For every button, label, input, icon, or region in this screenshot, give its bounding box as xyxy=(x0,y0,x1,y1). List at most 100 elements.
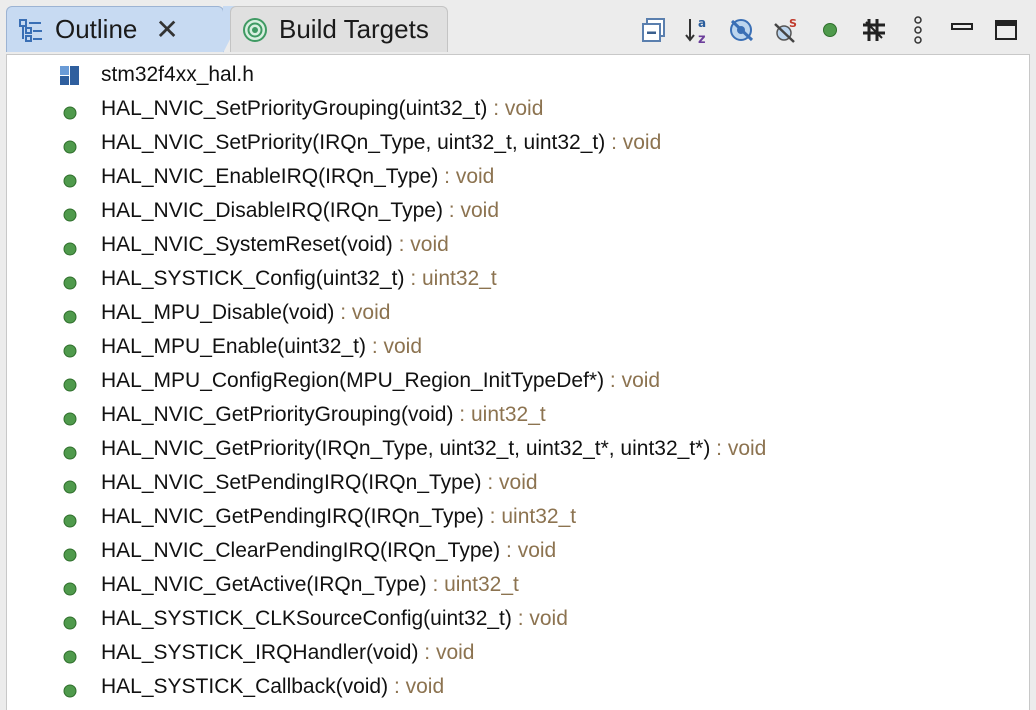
view-menu-button[interactable] xyxy=(902,14,934,46)
outline-toolbar: a z S xyxy=(626,12,1022,48)
sort-button[interactable]: a z xyxy=(682,14,714,46)
function-icon xyxy=(63,578,77,596)
function-signature: HAL_NVIC_GetPendingIRQ(IRQn_Type) xyxy=(101,505,484,528)
function-signature: HAL_SYSTICK_Config(uint32_t) xyxy=(101,267,405,290)
function-return-type: : void xyxy=(710,437,767,460)
svg-text:z: z xyxy=(698,32,706,45)
tree-row-function[interactable]: HAL_NVIC_SetPriority(IRQn_Type, uint32_t… xyxy=(7,126,1029,160)
tree-row-function[interactable]: HAL_NVIC_SetPriorityGrouping(uint32_t) :… xyxy=(7,92,1029,126)
tab-outline[interactable]: Outline ✕ xyxy=(6,6,247,53)
function-signature: HAL_NVIC_GetPriority(IRQn_Type, uint32_t… xyxy=(101,437,711,460)
tree-row-function[interactable]: HAL_SYSTICK_CLKSourceConfig(uint32_t) : … xyxy=(7,602,1029,636)
tree-row-function[interactable]: HAL_NVIC_GetPriority(IRQn_Type, uint32_t… xyxy=(7,432,1029,466)
tree-row-function[interactable]: HAL_NVIC_GetPriorityGrouping(void) : uin… xyxy=(7,398,1029,432)
function-return-type: : void xyxy=(334,301,391,324)
minimize-button[interactable] xyxy=(946,14,978,46)
function-label: HAL_NVIC_GetPriority(IRQn_Type, uint32_t… xyxy=(101,437,766,461)
tree-row-function[interactable]: HAL_NVIC_EnableIRQ(IRQn_Type) : void xyxy=(7,160,1029,194)
group-includes-icon xyxy=(863,19,885,41)
function-return-type: : uint32_t xyxy=(483,505,577,528)
function-icon xyxy=(63,510,77,528)
function-signature: HAL_SYSTICK_Callback(void) xyxy=(101,675,389,698)
tree-row-function[interactable]: HAL_NVIC_GetPendingIRQ(IRQn_Type) : uint… xyxy=(7,500,1029,534)
hide-static-members-button[interactable]: S xyxy=(770,14,802,46)
function-label: HAL_NVIC_SystemReset(void) : void xyxy=(101,233,449,257)
function-signature: HAL_NVIC_ClearPendingIRQ(IRQn_Type) xyxy=(101,539,501,562)
function-icon xyxy=(63,238,77,256)
outline-tree: stm32f4xx_hal.h HAL_NVIC_SetPriorityGrou… xyxy=(6,54,1030,710)
function-return-type: : void xyxy=(500,539,557,562)
function-label: HAL_NVIC_GetPendingIRQ(IRQn_Type) : uint… xyxy=(101,505,576,529)
build-targets-icon xyxy=(241,16,269,44)
tree-row-function[interactable]: HAL_SYSTICK_Callback(void) : void xyxy=(7,670,1029,704)
function-icon xyxy=(63,306,77,324)
function-signature: HAL_NVIC_SetPriority(IRQn_Type, uint32_t… xyxy=(101,131,606,154)
tree-row-function[interactable]: HAL_NVIC_SetPendingIRQ(IRQn_Type) : void xyxy=(7,466,1029,500)
maximize-icon xyxy=(995,20,1017,40)
function-icon xyxy=(63,102,77,120)
tree-row-function[interactable]: HAL_SYSTICK_IRQHandler(void) : void xyxy=(7,636,1029,670)
tab-outline-label: Outline xyxy=(55,14,138,44)
tree-row-function[interactable]: HAL_NVIC_ClearPendingIRQ(IRQn_Type) : vo… xyxy=(7,534,1029,568)
function-icon xyxy=(63,442,77,460)
hide-non-public-button[interactable] xyxy=(814,14,846,46)
function-return-type: : void xyxy=(487,97,544,120)
close-icon[interactable]: ✕ xyxy=(155,15,178,44)
function-label: HAL_NVIC_DisableIRQ(IRQn_Type) : void xyxy=(101,199,499,223)
function-signature: HAL_NVIC_GetPriorityGrouping(void) xyxy=(101,403,454,426)
function-label: HAL_NVIC_SetPriority(IRQn_Type, uint32_t… xyxy=(101,131,661,155)
function-label: HAL_NVIC_SetPendingIRQ(IRQn_Type) : void xyxy=(101,471,538,495)
function-return-type: : void xyxy=(605,131,662,154)
tree-row-function[interactable]: HAL_MPU_ConfigRegion(MPU_Region_InitType… xyxy=(7,364,1029,398)
tree-row-function[interactable]: HAL_MPU_Enable(uint32_t) : void xyxy=(7,330,1029,364)
function-return-type: : void xyxy=(442,199,499,222)
function-signature: HAL_NVIC_DisableIRQ(IRQn_Type) xyxy=(101,199,443,222)
sort-alphabetical-icon: a z xyxy=(685,16,706,45)
group-includes-button[interactable] xyxy=(858,14,890,46)
function-icon xyxy=(63,476,77,494)
hide-non-public-icon xyxy=(823,23,837,37)
collapse-all-button[interactable] xyxy=(638,14,670,46)
svg-text:S: S xyxy=(789,17,797,30)
function-icon xyxy=(63,136,77,154)
tab-build-targets[interactable]: Build Targets xyxy=(230,6,448,52)
tree-row-function[interactable]: HAL_MPU_Disable(void) : void xyxy=(7,296,1029,330)
function-icon xyxy=(63,544,77,562)
function-icon xyxy=(63,170,77,188)
function-return-type: : uint32_t xyxy=(453,403,546,426)
maximize-button[interactable] xyxy=(990,14,1022,46)
outline-icon xyxy=(17,16,45,44)
function-signature: HAL_SYSTICK_CLKSourceConfig(uint32_t) xyxy=(101,607,512,630)
function-return-type: : void xyxy=(365,335,423,358)
function-return-type: : void xyxy=(511,607,568,630)
hide-fields-button[interactable] xyxy=(726,14,758,46)
function-icon xyxy=(63,680,77,698)
tree-row-function[interactable]: HAL_SYSTICK_Config(uint32_t) : uint32_t xyxy=(7,262,1029,296)
function-return-type: : void xyxy=(604,369,661,392)
function-label: HAL_SYSTICK_Callback(void) : void xyxy=(101,675,444,699)
tree-row-file[interactable]: stm32f4xx_hal.h xyxy=(7,58,1029,92)
function-return-type: : void xyxy=(388,675,445,698)
function-return-type: : void xyxy=(438,165,495,188)
function-icon xyxy=(63,204,77,222)
tree-row-function[interactable]: HAL_NVIC_SystemReset(void) : void xyxy=(7,228,1029,262)
function-return-type: : void xyxy=(481,471,538,494)
function-label: HAL_NVIC_GetActive(IRQn_Type) : uint32_t xyxy=(101,573,519,597)
function-signature: HAL_NVIC_SystemReset(void) xyxy=(101,233,393,256)
function-return-type: : void xyxy=(392,233,449,256)
tree-row-function[interactable]: HAL_NVIC_DisableIRQ(IRQn_Type) : void xyxy=(7,194,1029,228)
function-label: HAL_MPU_ConfigRegion(MPU_Region_InitType… xyxy=(101,369,660,393)
tree-row-function[interactable]: HAL_NVIC_GetActive(IRQn_Type) : uint32_t xyxy=(7,568,1029,602)
function-label: HAL_SYSTICK_IRQHandler(void) : void xyxy=(101,641,474,665)
function-signature: HAL_MPU_Enable(uint32_t) xyxy=(101,335,366,358)
function-label: HAL_NVIC_SetPriorityGrouping(uint32_t) :… xyxy=(101,97,543,121)
function-signature: HAL_NVIC_EnableIRQ(IRQn_Type) xyxy=(101,165,439,188)
function-signature: HAL_NVIC_SetPendingIRQ(IRQn_Type) xyxy=(101,471,482,494)
function-icon xyxy=(63,408,77,426)
view-tab-bar: Outline ✕ Build Targets a z S xyxy=(0,0,1036,56)
tab-build-targets-label: Build Targets xyxy=(279,14,429,44)
function-return-type: : void xyxy=(418,641,475,664)
function-label: HAL_NVIC_ClearPendingIRQ(IRQn_Type) : vo… xyxy=(101,539,556,563)
minimize-icon xyxy=(951,23,973,30)
view-menu-icon xyxy=(914,16,922,44)
